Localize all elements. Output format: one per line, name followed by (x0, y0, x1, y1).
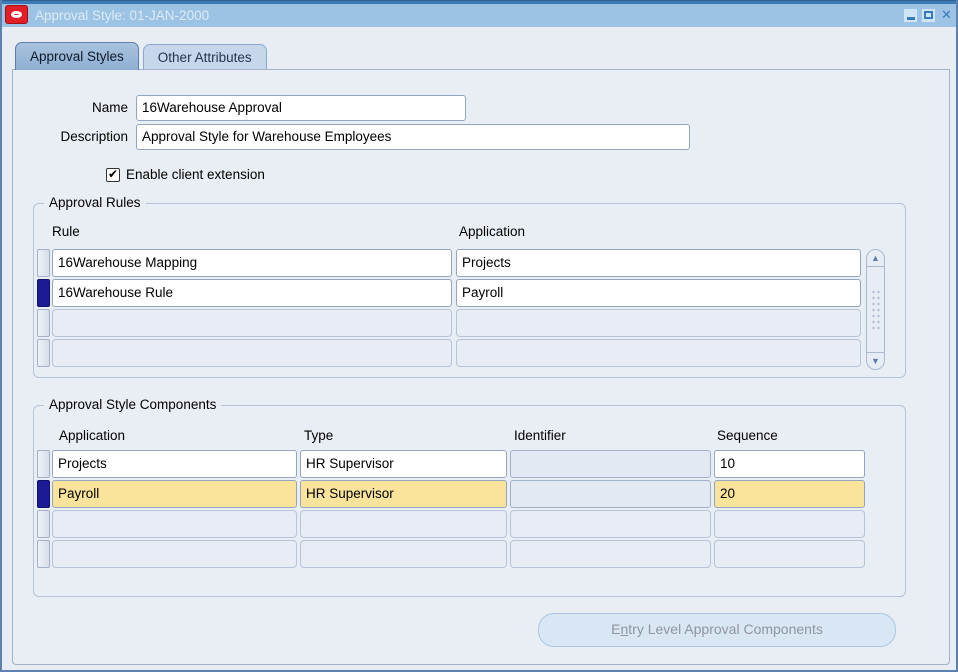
component-sequence-field[interactable] (714, 510, 865, 538)
approval-rules-group: Approval Rules Rule Application 16Wareho… (33, 203, 906, 378)
rule-field[interactable] (52, 339, 452, 367)
maximize-button[interactable] (921, 8, 936, 23)
component-row: Payroll HR Supervisor 20 (34, 480, 905, 508)
entry-level-approval-components-button[interactable]: Entry Level Approval Components (538, 613, 896, 647)
close-button[interactable]: ✕ (939, 8, 954, 23)
approval-style-components-title: Approval Style Components (44, 397, 221, 412)
minimize-button[interactable] (903, 8, 918, 23)
record-selector[interactable] (37, 339, 50, 367)
record-selector[interactable] (37, 510, 50, 538)
rule-field[interactable] (52, 309, 452, 337)
column-header-sequence: Sequence (717, 428, 778, 443)
tab-other-attributes[interactable]: Other Attributes (143, 44, 267, 70)
rule-application-field[interactable]: Payroll (456, 279, 861, 307)
component-type-field[interactable] (300, 510, 507, 538)
tab-bar: Approval Styles Other Attributes (2, 42, 956, 70)
column-header-application: Application (459, 224, 525, 239)
component-application-field[interactable] (52, 540, 297, 568)
column-header-type: Type (304, 428, 333, 443)
component-identifier-field[interactable] (510, 510, 711, 538)
window-title: Approval Style: 01-JAN-2000 (35, 8, 903, 23)
component-sequence-field[interactable]: 20 (714, 480, 865, 508)
maximize-icon (924, 11, 933, 19)
enable-client-extension-row: ✔ Enable client extension (106, 167, 265, 182)
record-selector[interactable] (37, 309, 50, 337)
window-controls: ✕ (903, 8, 954, 23)
component-application-field[interactable]: Projects (52, 450, 297, 478)
component-type-field[interactable]: HR Supervisor (300, 480, 507, 508)
rule-row: 16Warehouse Rule Payroll (34, 279, 905, 307)
rule-row (34, 309, 905, 337)
component-sequence-field[interactable] (714, 540, 865, 568)
rule-application-field[interactable]: Projects (456, 249, 861, 277)
component-row (34, 510, 905, 538)
component-sequence-field[interactable]: 10 (714, 450, 865, 478)
component-application-field[interactable] (52, 510, 297, 538)
approval-rules-title: Approval Rules (44, 195, 146, 210)
record-selector[interactable] (37, 249, 50, 277)
approval-style-components-group: Approval Style Components Application Ty… (33, 405, 906, 597)
column-header-identifier: Identifier (514, 428, 566, 443)
enable-client-extension-checkbox[interactable]: ✔ (106, 168, 120, 182)
enable-client-extension-label: Enable client extension (126, 167, 265, 182)
scroll-up-icon[interactable]: ▲ (867, 253, 884, 267)
record-selector[interactable] (37, 540, 50, 568)
close-icon: ✕ (941, 7, 952, 23)
rule-row: 16Warehouse Mapping Projects (34, 249, 905, 277)
rule-application-field[interactable] (456, 309, 861, 337)
component-application-field[interactable]: Payroll (52, 480, 297, 508)
tab-content-panel: Name 16Warehouse Approval Description Ap… (12, 69, 950, 665)
column-header-rule: Rule (52, 224, 80, 239)
title-bar: Approval Style: 01-JAN-2000 ✕ (2, 0, 956, 27)
component-identifier-field[interactable] (510, 480, 711, 508)
rule-application-field[interactable] (456, 339, 861, 367)
name-input[interactable]: 16Warehouse Approval (136, 95, 466, 121)
scrollbar-thumb[interactable] (871, 289, 880, 331)
rule-field[interactable]: 16Warehouse Mapping (52, 249, 452, 277)
check-icon: ✔ (108, 167, 118, 181)
description-label: Description (13, 124, 128, 150)
name-label: Name (13, 95, 128, 121)
record-selector[interactable] (37, 450, 50, 478)
description-input[interactable]: Approval Style for Warehouse Employees (136, 124, 690, 150)
record-selector-current[interactable] (37, 279, 50, 307)
tab-approval-styles[interactable]: Approval Styles (15, 42, 139, 70)
oracle-logo-icon (5, 5, 28, 24)
component-identifier-field[interactable] (510, 540, 711, 568)
rules-scrollbar[interactable]: ▲ ▼ (866, 249, 885, 370)
column-header-application: Application (59, 428, 125, 443)
component-row (34, 540, 905, 568)
scroll-down-icon[interactable]: ▼ (867, 352, 884, 366)
minimize-icon (907, 17, 915, 20)
record-selector-current[interactable] (37, 480, 50, 508)
button-label-part: try Level Approval Components (628, 621, 823, 637)
rule-field[interactable]: 16Warehouse Rule (52, 279, 452, 307)
rule-row (34, 339, 905, 367)
component-type-field[interactable] (300, 540, 507, 568)
component-row: Projects HR Supervisor 10 (34, 450, 905, 478)
component-type-field[interactable]: HR Supervisor (300, 450, 507, 478)
component-identifier-field[interactable] (510, 450, 711, 478)
app-window: Approval Style: 01-JAN-2000 ✕ Approval S… (0, 0, 958, 672)
